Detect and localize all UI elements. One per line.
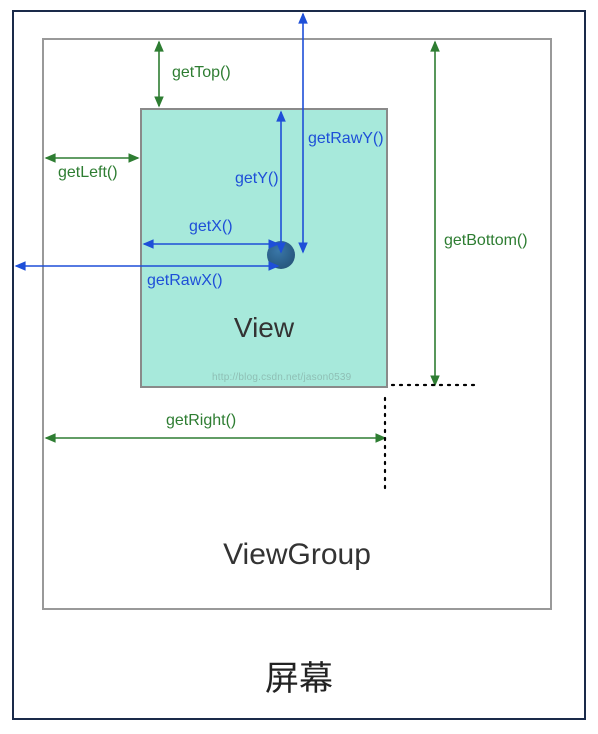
screen-label: 屏幕 — [14, 651, 584, 700]
view-frame: View http://blog.csdn.net/jason0539 — [140, 108, 388, 388]
touch-point — [267, 241, 295, 269]
viewgroup-label: ViewGroup — [44, 538, 550, 572]
label-get-top: getTop() — [172, 64, 231, 82]
label-get-bottom: getBottom() — [444, 232, 528, 250]
label-get-x: getX() — [189, 218, 233, 236]
label-get-raw-x: getRawX() — [147, 272, 223, 290]
watermark-text: http://blog.csdn.net/jason0539 — [212, 372, 351, 383]
label-get-raw-y: getRawY() — [308, 130, 384, 148]
view-label: View — [142, 312, 386, 344]
label-get-left: getLeft() — [58, 164, 118, 182]
label-get-y: getY() — [235, 170, 279, 188]
label-get-right: getRight() — [166, 412, 236, 430]
